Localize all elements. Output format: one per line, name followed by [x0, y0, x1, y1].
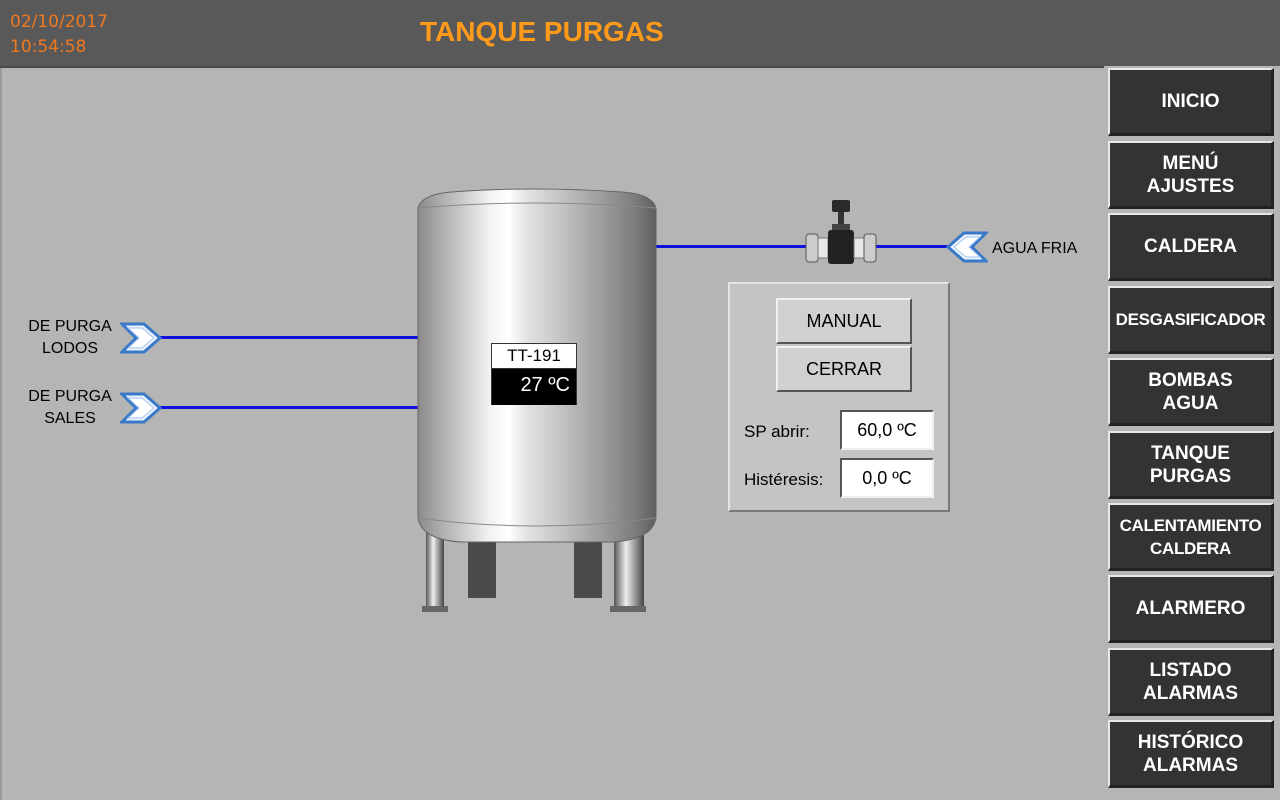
sensor-name: TT-191	[492, 344, 576, 369]
inlet-sales-text: DE PURGA SALES	[28, 388, 112, 427]
pipe-sales	[158, 406, 418, 409]
nav-listado-alarmas[interactable]: LISTADO ALARMAS	[1108, 648, 1274, 716]
time-display: 10:54:58	[10, 37, 87, 57]
sp-abrir-label: SP abrir:	[744, 422, 810, 441]
nav-historico-alarmas[interactable]: HISTÓRICO ALARMAS	[1108, 720, 1274, 788]
inlet-label-agua-fria: AGUA FRIA	[992, 240, 1078, 257]
nav-calentamiento-caldera[interactable]: CALENTAMIENTO CALDERA	[1108, 503, 1274, 571]
manual-button[interactable]: MANUAL	[776, 298, 912, 344]
sp-abrir-input[interactable]: 60,0 ºC	[840, 410, 934, 450]
inlet-label-lodos: DE PURGA LODOS	[20, 316, 120, 360]
nav-bombas-agua[interactable]: BOMBAS AGUA	[1108, 358, 1274, 426]
nav-caldera[interactable]: CALDERA	[1108, 213, 1274, 281]
nav-desgasificador[interactable]: DESGASIFICADOR	[1108, 286, 1274, 354]
valve-icon[interactable]	[804, 198, 878, 266]
inlet-arrow-lodos-icon	[120, 322, 162, 354]
nav-tanque-purgas[interactable]: TANQUE PURGAS	[1108, 431, 1274, 499]
side-navigation: INICIO MENÚ AJUSTES CALDERA DESGASIFICAD…	[1104, 66, 1280, 800]
inlet-arrow-agua-fria-icon	[946, 231, 988, 263]
sensor-value: 27 ºC	[492, 369, 576, 405]
pipe-lodos	[158, 336, 418, 339]
header-bar: 02/10/2017 10:54:58 TANQUE PURGAS	[0, 0, 1280, 68]
inlet-label-sales: DE PURGA SALES	[20, 386, 120, 430]
pipe-agua-fria	[654, 245, 950, 248]
valve-control-panel: MANUAL CERRAR SP abrir: 60,0 ºC Histéres…	[728, 282, 950, 512]
histeresis-label: Histéresis:	[744, 470, 824, 489]
page-title: TANQUE PURGAS	[420, 16, 664, 47]
temperature-sensor: TT-191 27 ºC	[491, 343, 577, 405]
cerrar-button[interactable]: CERRAR	[776, 346, 912, 392]
date-display: 02/10/2017	[10, 12, 108, 32]
histeresis-input[interactable]: 0,0 ºC	[840, 458, 934, 498]
inlet-lodos-text: DE PURGA LODOS	[28, 318, 112, 357]
nav-alarmero[interactable]: ALARMERO	[1108, 575, 1274, 643]
inlet-arrow-sales-icon	[120, 392, 162, 424]
nav-inicio[interactable]: INICIO	[1108, 68, 1274, 136]
nav-menu-ajustes[interactable]: MENÚ AJUSTES	[1108, 141, 1274, 209]
